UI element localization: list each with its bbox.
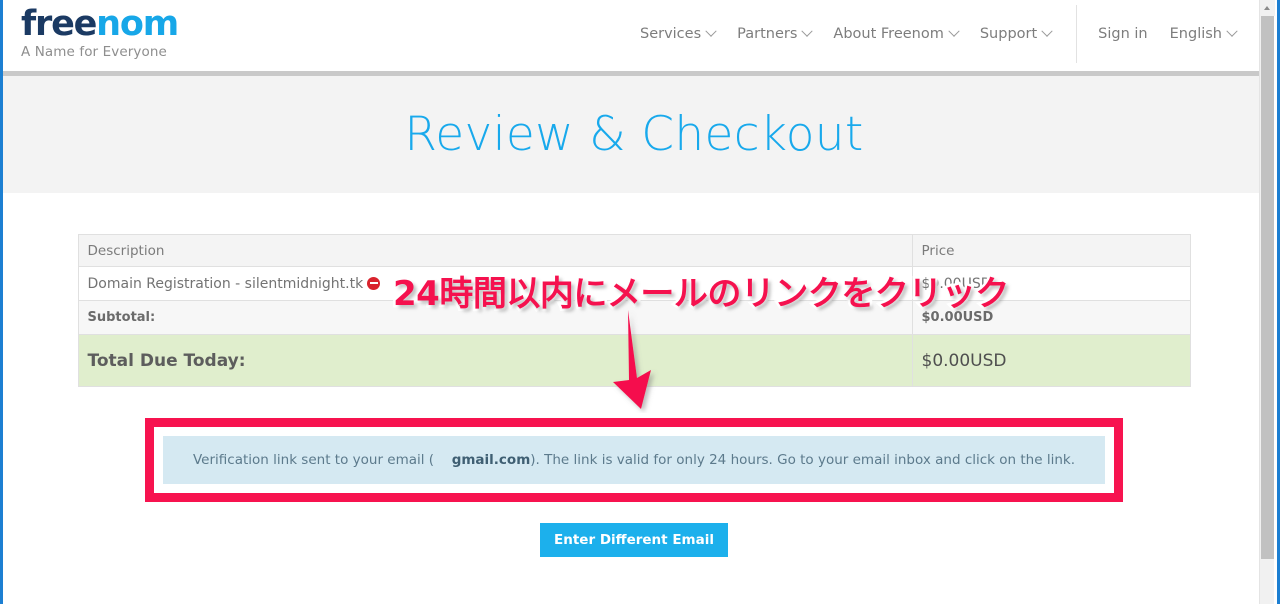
chevron-down-icon bbox=[1041, 25, 1053, 37]
logo-text-free: free bbox=[21, 4, 97, 44]
cell-domain-price: $0.00USD bbox=[911, 266, 1191, 301]
nav-label-services: Services bbox=[639, 25, 702, 42]
subtotal-price: $0.00USD bbox=[911, 300, 1191, 335]
notice-text-after: ). The link is valid for only 24 hours. … bbox=[530, 452, 1075, 468]
total-due-price: $0.00USD bbox=[911, 334, 1191, 387]
chevron-down-icon bbox=[801, 25, 814, 37]
action-row: Enter Different Email bbox=[3, 523, 1265, 557]
vertical-scrollbar[interactable] bbox=[1259, 0, 1275, 604]
domain-registration-label: Domain Registration - silentmidnight.tk bbox=[87, 275, 364, 292]
header-navigation: Services Partners About Freenom Support bbox=[629, 0, 1247, 71]
scrollbar-thumb[interactable] bbox=[1261, 16, 1274, 559]
nav-item-services[interactable]: Services bbox=[629, 25, 726, 42]
table-row-total-due: Total Due Today: $0.00USD bbox=[77, 334, 1191, 387]
language-label: English bbox=[1169, 25, 1222, 42]
scrollbar-up-arrow-icon[interactable] bbox=[1260, 0, 1275, 16]
column-header-description: Description bbox=[77, 234, 913, 267]
freenom-logo[interactable]: freenom bbox=[21, 4, 281, 44]
remove-item-icon[interactable] bbox=[367, 276, 381, 290]
column-header-price: Price bbox=[911, 234, 1191, 267]
table-row-domain-registration: Domain Registration - silentmidnight.tk … bbox=[77, 266, 1191, 301]
nav-divider bbox=[1076, 4, 1078, 63]
main-content: Description Price Domain Registration - … bbox=[3, 193, 1265, 557]
logo-text-nom: nom bbox=[96, 4, 179, 44]
nav-label-partners: Partners bbox=[737, 25, 798, 42]
sign-in-link[interactable]: Sign in bbox=[1087, 26, 1158, 42]
table-body: Domain Registration - silentmidnight.tk … bbox=[77, 266, 1191, 387]
notice-email-domain: gmail.com bbox=[451, 452, 531, 468]
nav-label-support: Support bbox=[979, 25, 1038, 42]
primary-nav-group: Services Partners About Freenom Support bbox=[629, 25, 1062, 42]
chevron-down-icon bbox=[948, 25, 960, 37]
annotation-highlight-box: Verification link sent to your email ( g… bbox=[145, 418, 1123, 502]
language-selector[interactable]: English bbox=[1159, 25, 1247, 42]
enter-different-email-button[interactable]: Enter Different Email bbox=[540, 523, 728, 557]
notice-text-before: Verification link sent to your email ( bbox=[193, 452, 435, 468]
browser-window: freenom A Name for Everyone Services Par… bbox=[0, 0, 1280, 604]
notice-wrapper: Verification link sent to your email ( g… bbox=[78, 418, 1190, 502]
table-header-row: Description Price bbox=[77, 234, 1191, 267]
page-title: Review & Checkout bbox=[404, 107, 864, 162]
brand-tagline: A Name for Everyone bbox=[21, 43, 167, 60]
total-due-label: Total Due Today: bbox=[77, 334, 913, 387]
chevron-down-icon bbox=[1226, 25, 1238, 37]
verification-notice: Verification link sent to your email ( g… bbox=[163, 436, 1105, 484]
hero-section: Review & Checkout bbox=[3, 76, 1265, 193]
table-head: Description Price bbox=[77, 234, 1191, 267]
page-viewport: freenom A Name for Everyone Services Par… bbox=[3, 0, 1265, 604]
order-summary-table: Description Price Domain Registration - … bbox=[77, 234, 1191, 387]
nav-label-about-freenom: About Freenom bbox=[833, 25, 944, 42]
subtotal-label: Subtotal: bbox=[77, 300, 913, 335]
table-row-subtotal: Subtotal: $0.00USD bbox=[77, 300, 1191, 335]
nav-item-support[interactable]: Support bbox=[969, 25, 1062, 42]
brand-logo-block[interactable]: freenom A Name for Everyone bbox=[21, 0, 281, 60]
chevron-down-icon bbox=[705, 25, 717, 37]
site-header: freenom A Name for Everyone Services Par… bbox=[3, 0, 1265, 71]
account-nav-group: Sign in English bbox=[1087, 25, 1247, 42]
nav-item-about-freenom[interactable]: About Freenom bbox=[822, 25, 968, 42]
cell-domain-description: Domain Registration - silentmidnight.tk bbox=[77, 266, 913, 301]
nav-item-partners[interactable]: Partners bbox=[726, 25, 822, 42]
